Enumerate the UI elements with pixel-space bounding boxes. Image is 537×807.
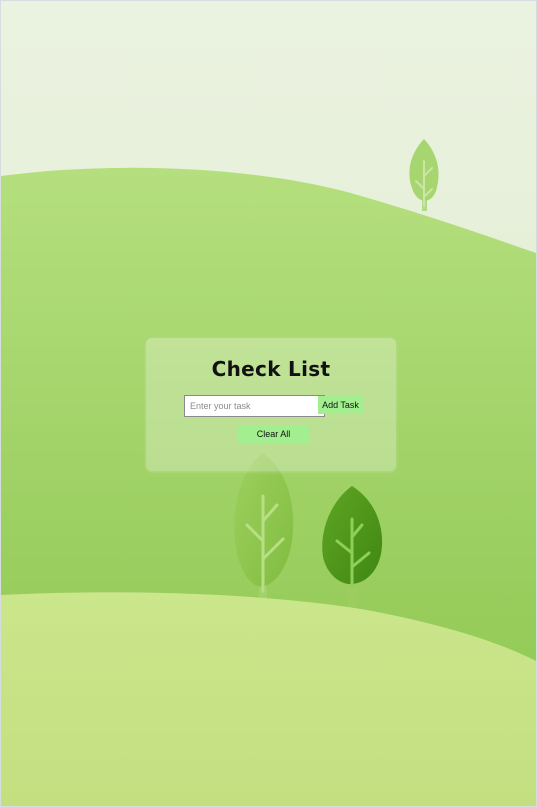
checklist-card: Check List Add Task Clear All: [146, 338, 396, 471]
page-frame: Check List Add Task Clear All: [0, 0, 537, 807]
page-title: Check List: [211, 357, 331, 381]
task-input[interactable]: [184, 395, 325, 417]
add-task-button[interactable]: Add Task: [318, 396, 363, 414]
clear-all-button[interactable]: Clear All: [238, 425, 309, 443]
